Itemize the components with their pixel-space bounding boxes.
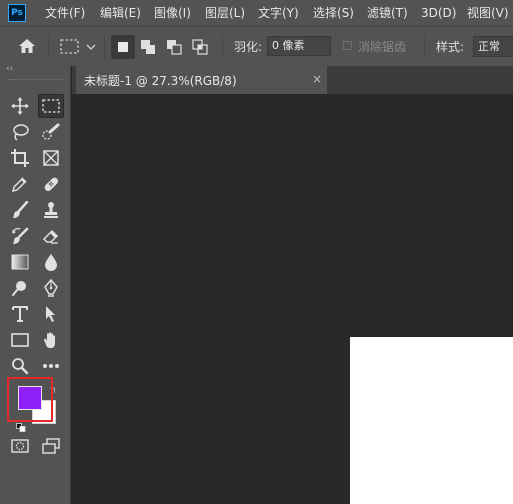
menu-bar: Ps 文件(F) 编辑(E) 图像(I) 图层(L) 文字(Y) 选择(S) 滤… — [0, 0, 513, 26]
menu-select[interactable]: 选择(S) — [313, 0, 354, 26]
frame-tool-icon[interactable] — [38, 146, 64, 170]
tool-preset-picker[interactable] — [60, 39, 98, 59]
options-separator — [222, 35, 223, 59]
menu-layer[interactable]: 图层(L) — [205, 0, 245, 26]
subtract-from-selection-button[interactable] — [166, 39, 182, 59]
new-selection-button[interactable] — [111, 35, 135, 59]
eraser-tool-icon[interactable] — [38, 224, 64, 248]
dodge-tool-icon[interactable] — [7, 276, 33, 300]
antialias-checkbox[interactable] — [343, 41, 352, 50]
tools-panel: ‹‹ — [0, 64, 71, 504]
more-tools-icon[interactable] — [38, 354, 64, 378]
eyedropper-tool-icon[interactable] — [7, 172, 33, 196]
path-selection-tool-icon[interactable] — [38, 302, 64, 326]
quick-selection-tool-icon[interactable] — [38, 120, 64, 144]
clone-stamp-tool-icon[interactable] — [38, 198, 64, 222]
type-tool-icon[interactable] — [7, 302, 33, 326]
photoshop-logo[interactable]: Ps — [8, 4, 26, 22]
history-brush-tool-icon[interactable] — [7, 224, 33, 248]
menu-type[interactable]: 文字(Y) — [258, 0, 299, 26]
menu-edit[interactable]: 编辑(E) — [100, 0, 141, 26]
document-tab-bar: 未标题-1 @ 27.3%(RGB/8) × — [72, 66, 513, 94]
style-select[interactable]: 正常 — [473, 36, 513, 57]
screen-mode-icon[interactable] — [38, 434, 64, 458]
menu-3d[interactable]: 3D(D) — [421, 0, 456, 26]
lasso-tool-icon[interactable] — [7, 120, 33, 144]
hand-tool-icon[interactable] — [38, 328, 64, 352]
menu-file[interactable]: 文件(F) — [45, 0, 85, 26]
options-separator — [104, 35, 105, 59]
blur-tool-icon[interactable] — [38, 250, 64, 274]
style-label: 样式: — [436, 40, 465, 54]
quick-mask-icon[interactable] — [7, 434, 33, 458]
gradient-tool-icon[interactable] — [7, 250, 33, 274]
rectangle-tool-icon[interactable] — [7, 328, 33, 352]
zoom-tool-icon[interactable] — [7, 354, 33, 378]
document-title: 未标题-1 @ 27.3%(RGB/8) — [84, 74, 237, 88]
feather-input[interactable]: 0 像素 — [267, 36, 331, 56]
move-tool-icon[interactable] — [7, 94, 33, 118]
options-separator — [48, 35, 49, 59]
menu-view[interactable]: 视图(V) — [467, 0, 509, 26]
antialias-label: 消除锯齿 — [358, 40, 407, 54]
close-icon[interactable]: × — [312, 72, 322, 86]
add-to-selection-button[interactable] — [140, 39, 156, 59]
crop-tool-icon[interactable] — [7, 146, 33, 170]
intersect-with-selection-button[interactable] — [192, 39, 208, 59]
options-separator — [424, 35, 425, 59]
pen-tool-icon[interactable] — [38, 276, 64, 300]
rectangular-marquee-tool-icon[interactable] — [38, 94, 64, 118]
menu-image[interactable]: 图像(I) — [154, 0, 191, 26]
spot-healing-brush-tool-icon[interactable] — [38, 172, 64, 196]
home-icon[interactable] — [18, 38, 36, 58]
collapse-panel-button[interactable]: ‹‹ — [6, 64, 13, 74]
panel-grip[interactable] — [8, 79, 64, 82]
document-canvas[interactable] — [350, 337, 513, 504]
document-tab[interactable]: 未标题-1 @ 27.3%(RGB/8) × — [76, 66, 327, 94]
menu-filter[interactable]: 滤镜(T) — [367, 0, 408, 26]
brush-tool-icon[interactable] — [7, 198, 33, 222]
feather-label: 羽化: — [234, 40, 263, 54]
options-bar: 羽化: 0 像素 消除锯齿 样式: 正常 — [0, 26, 513, 66]
swatch-highlight-annotation — [7, 377, 53, 422]
